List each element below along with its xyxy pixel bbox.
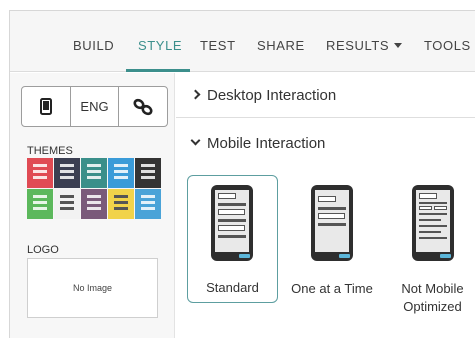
tab-results[interactable]: RESULTS	[326, 38, 403, 53]
theme-swatch-line	[60, 195, 74, 198]
not-mobile-optimized-phone-icon	[412, 185, 454, 261]
device-language-toggle: ENG	[21, 86, 168, 127]
desktop-interaction-title: Desktop Interaction	[207, 87, 337, 104]
theme-swatch-line	[60, 164, 74, 167]
theme-swatch-line	[60, 201, 74, 204]
mobile-view-button[interactable]	[22, 87, 71, 126]
chevron-down-icon	[190, 135, 201, 146]
theme-swatch[interactable]	[54, 158, 80, 188]
standard-phone-icon	[211, 185, 253, 261]
tab-tools[interactable]: TOOLS	[424, 38, 471, 53]
logo-upload-box[interactable]: No Image	[27, 258, 158, 318]
tab-test[interactable]: TEST	[200, 38, 236, 53]
option-one-at-a-time[interactable]: One at a Time	[283, 175, 381, 303]
themes-label: THEMES	[27, 145, 73, 157]
language-label: ENG	[80, 99, 109, 114]
theme-swatch-line	[114, 176, 128, 179]
theme-swatch-line	[87, 176, 101, 179]
link-icon	[133, 98, 153, 115]
logo-label: LOGO	[27, 244, 59, 256]
top-nav: BUILD STYLE TEST SHARE RESULTS TOOLS	[10, 11, 475, 72]
theme-swatch-line	[87, 207, 101, 210]
language-button[interactable]: ENG	[71, 87, 120, 126]
theme-swatch[interactable]	[108, 158, 134, 188]
theme-swatch[interactable]	[108, 189, 134, 219]
theme-swatch-line	[141, 164, 155, 167]
theme-swatch-line	[141, 207, 155, 210]
theme-swatch[interactable]	[81, 189, 107, 219]
caret-down-icon	[394, 43, 403, 48]
theme-swatch-line	[33, 201, 47, 204]
theme-swatch-line	[87, 195, 101, 198]
tab-build[interactable]: BUILD	[73, 38, 114, 53]
mobile-interaction-section[interactable]: Mobile Interaction	[176, 119, 475, 169]
theme-swatch-line	[33, 207, 47, 210]
theme-swatch-line	[87, 164, 101, 167]
theme-swatch-line	[141, 195, 155, 198]
chevron-right-icon	[190, 89, 201, 100]
theme-swatches	[27, 158, 161, 220]
option-not-mobile-optimized[interactable]: Not Mobile Optimized	[390, 175, 475, 325]
option-standard[interactable]: Standard	[187, 175, 278, 303]
theme-swatch[interactable]	[27, 158, 53, 188]
theme-swatch-line	[60, 207, 74, 210]
theme-swatch-line	[60, 170, 74, 173]
tab-results-label: RESULTS	[326, 38, 390, 53]
theme-swatch[interactable]	[27, 189, 53, 219]
theme-swatch-line	[33, 176, 47, 179]
mobile-interaction-title: Mobile Interaction	[207, 135, 326, 152]
theme-swatch-line	[33, 170, 47, 173]
theme-swatch-line	[141, 176, 155, 179]
theme-swatch-line	[60, 176, 74, 179]
active-tab-indicator	[126, 69, 190, 72]
theme-swatch-line	[87, 170, 101, 173]
top-strip	[0, 0, 475, 10]
option-one-at-a-time-label: One at a Time	[291, 281, 373, 296]
one-at-a-time-phone-icon	[311, 185, 353, 261]
option-not-mobile-optimized-label: Not Mobile Optimized	[401, 281, 464, 314]
theme-swatch[interactable]	[54, 189, 80, 219]
logo-placeholder: No Image	[72, 283, 113, 293]
theme-swatch-line	[141, 170, 155, 173]
theme-swatch-line	[114, 201, 128, 204]
theme-swatch-line	[114, 207, 128, 210]
theme-swatch-line	[141, 201, 155, 204]
theme-swatch-line	[114, 164, 128, 167]
share-link-button[interactable]	[119, 87, 167, 126]
theme-swatch-line	[114, 195, 128, 198]
theme-swatch-line	[114, 170, 128, 173]
theme-swatch[interactable]	[81, 158, 107, 188]
desktop-interaction-section[interactable]: Desktop Interaction	[176, 73, 475, 118]
mobile-phone-icon	[39, 98, 52, 115]
tab-share[interactable]: SHARE	[257, 38, 305, 53]
tab-style[interactable]: STYLE	[138, 38, 182, 53]
theme-swatch-line	[87, 201, 101, 204]
theme-swatch[interactable]	[135, 189, 161, 219]
theme-swatch[interactable]	[135, 158, 161, 188]
theme-swatch-line	[33, 164, 47, 167]
theme-swatch-line	[33, 195, 47, 198]
